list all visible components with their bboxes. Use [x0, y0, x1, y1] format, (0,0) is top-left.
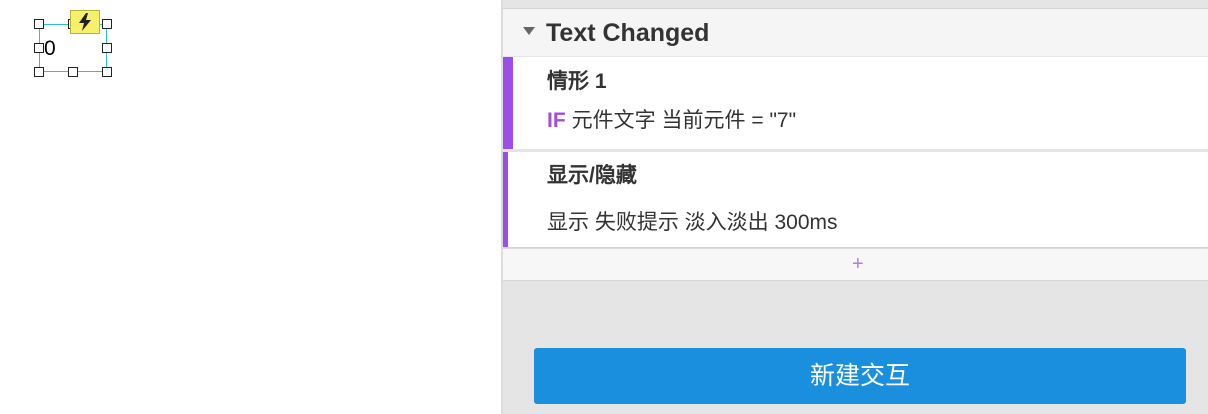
resize-handle-middle-left[interactable] [34, 43, 44, 53]
caret-down-icon[interactable] [523, 27, 535, 35]
resize-handle-bottom-left[interactable] [34, 67, 44, 77]
lightning-bolt-icon-glyph [79, 13, 91, 31]
action-block[interactable]: 显示/隐藏 显示 失败提示 淡入淡出 300ms [503, 152, 1208, 247]
event-title: Text Changed [546, 19, 710, 47]
if-keyword: IF [547, 109, 566, 132]
interactions-panel: Text Changed 情形 1 IF 元件文字 当前元件 = "7" 显示/隐… [503, 0, 1208, 414]
event-header[interactable]: Text Changed [503, 8, 1208, 56]
panel-top-strip [503, 0, 1208, 8]
action-detail: 显示 失败提示 淡入淡出 300ms [547, 211, 838, 234]
resize-handle-middle-right[interactable] [102, 43, 112, 53]
widget-text-value: 0 [44, 37, 56, 60]
case-condition: IF 元件文字 当前元件 = "7" [547, 108, 796, 134]
plus-icon[interactable]: + [852, 253, 864, 275]
design-canvas[interactable]: 0 [0, 0, 502, 414]
case-block[interactable]: 情形 1 IF 元件文字 当前元件 = "7" [503, 57, 1208, 149]
condition-text: 元件文字 当前元件 = "7" [571, 109, 797, 132]
resize-handle-top-left[interactable] [34, 19, 44, 29]
lightning-bolt-icon[interactable] [70, 10, 100, 34]
resize-handle-bottom-right[interactable] [102, 67, 112, 77]
new-interaction-button[interactable]: 新建交互 [534, 348, 1186, 404]
add-action-row[interactable]: + [503, 249, 1208, 281]
case-title: 情形 1 [547, 70, 607, 93]
resize-handle-bottom-middle[interactable] [68, 67, 78, 77]
resize-handle-top-right[interactable] [102, 19, 112, 29]
action-title: 显示/隐藏 [547, 164, 637, 187]
